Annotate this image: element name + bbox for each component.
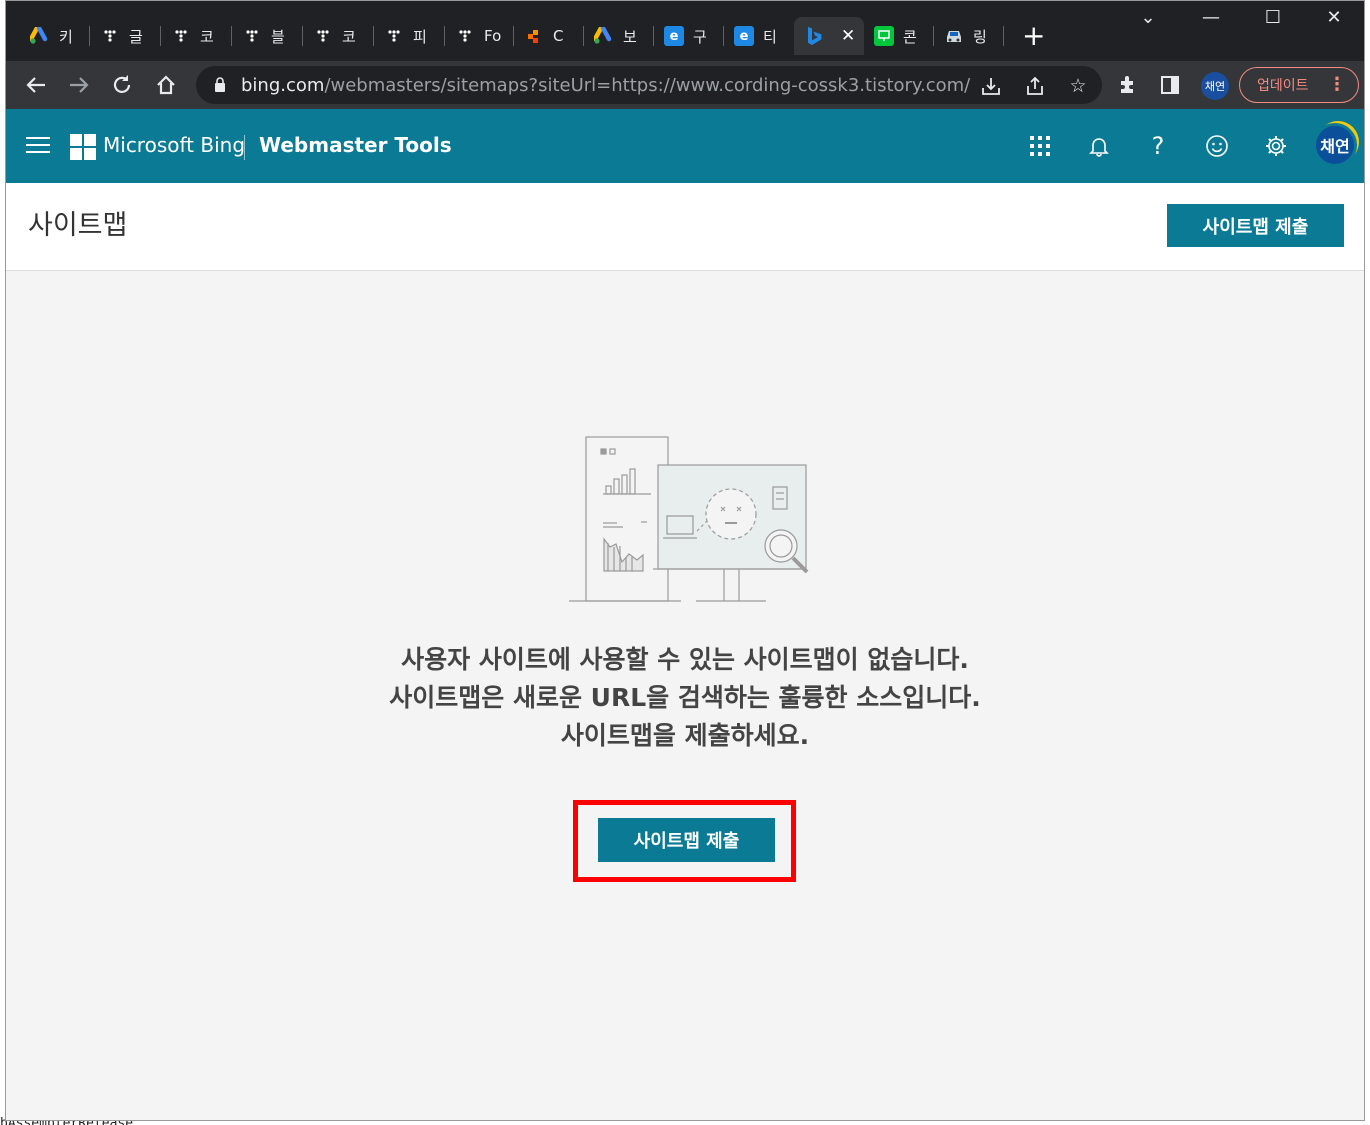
browser-tab[interactable]: 글 bbox=[90, 17, 161, 55]
browser-tab[interactable]: e구 bbox=[654, 17, 724, 55]
browser-tab[interactable]: 보 bbox=[584, 17, 654, 55]
browser-tab[interactable]: 피 bbox=[374, 17, 445, 55]
tab-label: 코 bbox=[342, 27, 356, 46]
browser-toolbar: bing.com/webmasters/sitemaps?siteUrl=htt… bbox=[6, 61, 1364, 109]
help-icon[interactable]: ? bbox=[1143, 131, 1173, 161]
browser-tab[interactable]: C bbox=[514, 17, 584, 55]
close-window-button[interactable]: ✕ bbox=[1314, 7, 1354, 28]
reload-icon[interactable] bbox=[108, 71, 136, 99]
submit-sitemap-button-top[interactable]: 사이트맵 제출 bbox=[1167, 204, 1344, 247]
tab-close-icon[interactable]: ✕ bbox=[841, 26, 855, 46]
empty-line-3: 사이트맵을 제출하세요. bbox=[560, 721, 810, 750]
edge-blue-icon: e bbox=[664, 26, 684, 46]
empty-state-message: 사용자 사이트에 사용할 수 있는 사이트맵이 없습니다. 사이트맵은 새로운 … bbox=[6, 641, 1364, 755]
share-icon[interactable] bbox=[1022, 73, 1048, 99]
back-icon[interactable] bbox=[22, 71, 50, 99]
bing-icon bbox=[804, 26, 824, 46]
app-launcher-icon[interactable] bbox=[1025, 131, 1055, 161]
page-title-bar: 사이트맵 사이트맵 제출 bbox=[6, 183, 1364, 271]
menu-dots-icon[interactable]: ⋮ bbox=[1328, 74, 1346, 95]
page-title: 사이트맵 bbox=[28, 210, 128, 241]
browser-tab[interactable]: 코 bbox=[303, 17, 374, 55]
user-avatar[interactable]: 채연 bbox=[1313, 123, 1357, 167]
tab-label: 보 bbox=[623, 27, 637, 46]
address-bar[interactable]: bing.com/webmasters/sitemaps?siteUrl=htt… bbox=[196, 66, 1102, 104]
tab-label: 링 bbox=[973, 27, 987, 46]
browser-tab[interactable]: e티 bbox=[724, 17, 794, 55]
tistory-icon bbox=[384, 26, 404, 46]
tistory-icon bbox=[171, 26, 191, 46]
tab-label: 코 bbox=[200, 27, 214, 46]
green-screen-icon bbox=[874, 26, 894, 46]
tab-label: 키 bbox=[59, 27, 73, 46]
tistory-icon bbox=[242, 26, 262, 46]
tab-label: 티 bbox=[763, 27, 777, 46]
bing-header: Microsoft Bing Webmaster Tools ? 채연 bbox=[6, 109, 1364, 183]
browser-window: 키 글 코 블 코 피 Fo C 보 e 구 e 티 ✕ 콘 링 + ⌄ — ☐ ✕ bing.com/web… bbox=[5, 0, 1365, 1121]
brand-name[interactable]: Microsoft Bing bbox=[103, 133, 245, 157]
tab-label: C bbox=[553, 27, 564, 45]
product-name[interactable]: Webmaster Tools bbox=[259, 133, 452, 157]
empty-line-2: 사이트맵은 새로운 URL을 검색하는 훌륭한 소스입니다. bbox=[389, 683, 981, 712]
new-tab-button[interactable]: + bbox=[1022, 21, 1045, 51]
settings-gear-icon[interactable] bbox=[1261, 131, 1291, 161]
browser-tab[interactable]: Fo bbox=[445, 17, 514, 55]
google-ads-icon bbox=[30, 26, 50, 46]
tab-label: 구 bbox=[693, 27, 707, 46]
url-text[interactable]: bing.com/webmasters/sitemaps?siteUrl=htt… bbox=[241, 75, 970, 96]
tab-label: 글 bbox=[129, 27, 143, 46]
profile-avatar[interactable]: 채연 bbox=[1201, 72, 1229, 100]
side-panel-icon[interactable] bbox=[1156, 71, 1184, 99]
microsoft-logo-icon[interactable] bbox=[70, 134, 96, 160]
update-button[interactable]: 업데이트 ⋮ bbox=[1239, 67, 1359, 103]
browser-tab[interactable]: ✕ bbox=[794, 17, 864, 55]
install-app-icon[interactable] bbox=[978, 73, 1004, 99]
tab-search-icon[interactable]: ⌄ bbox=[1128, 7, 1168, 28]
feedback-smiley-icon[interactable] bbox=[1202, 131, 1232, 161]
empty-state-illustration bbox=[569, 436, 809, 602]
browser-tab[interactable]: 링 bbox=[934, 17, 1004, 55]
google-ads-icon bbox=[594, 26, 614, 46]
extensions-icon[interactable] bbox=[1113, 71, 1141, 99]
notification-bell-icon[interactable] bbox=[1084, 131, 1114, 161]
tistory-icon bbox=[100, 26, 120, 46]
tab-label: 블 bbox=[271, 27, 285, 46]
edge-blue-icon: e bbox=[734, 26, 754, 46]
empty-line-1: 사용자 사이트에 사용할 수 있는 사이트맵이 없습니다. bbox=[401, 645, 969, 674]
tistory-icon bbox=[455, 26, 475, 46]
tab-label: 콘 bbox=[903, 27, 917, 46]
home-icon[interactable] bbox=[152, 71, 180, 99]
brand-separator bbox=[244, 135, 245, 160]
submit-sitemap-button-center[interactable]: 사이트맵 제출 bbox=[598, 818, 775, 862]
car-icon bbox=[944, 26, 964, 46]
lock-icon[interactable] bbox=[214, 77, 226, 92]
browser-tab[interactable]: 콘 bbox=[864, 17, 934, 55]
tab-label: 피 bbox=[413, 27, 427, 46]
tistory-icon bbox=[313, 26, 333, 46]
minimize-button[interactable]: — bbox=[1191, 7, 1231, 28]
tab-label: Fo bbox=[484, 27, 502, 45]
browser-tab[interactable]: 키 bbox=[20, 17, 90, 55]
tab-strip: 키 글 코 블 코 피 Fo C 보 e 구 e 티 ✕ 콘 링 + ⌄ — ☐ ✕ bbox=[6, 1, 1364, 61]
browser-tab[interactable]: 블 bbox=[232, 17, 303, 55]
hamburger-menu-icon[interactable] bbox=[26, 137, 50, 155]
forward-icon[interactable] bbox=[65, 71, 93, 99]
colorful-dots-icon bbox=[524, 26, 544, 46]
tab-separator bbox=[1003, 26, 1004, 46]
browser-tab[interactable]: 코 bbox=[161, 17, 232, 55]
maximize-button[interactable]: ☐ bbox=[1253, 7, 1293, 28]
bookmark-star-icon[interactable]: ☆ bbox=[1065, 73, 1091, 99]
